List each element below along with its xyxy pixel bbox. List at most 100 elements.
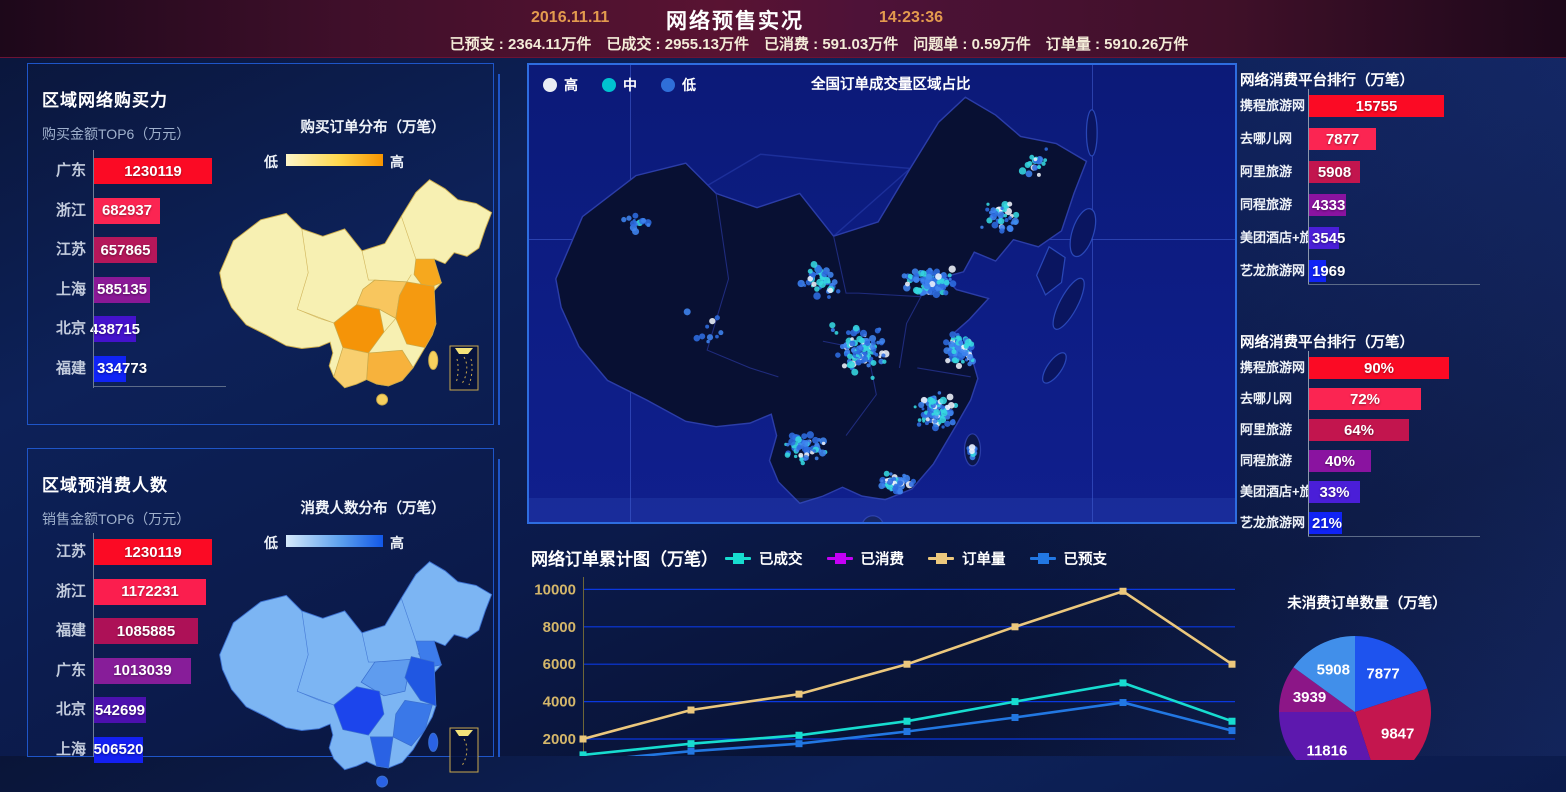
bar-row: 同程旅游40% bbox=[1240, 450, 1560, 472]
rank-axis-bottom bbox=[1308, 536, 1480, 537]
svg-text:9847: 9847 bbox=[1381, 726, 1414, 743]
stat-prepaid: 已预支2364.11万件 bbox=[450, 33, 592, 54]
bar: 33% bbox=[1309, 481, 1360, 503]
bar: 1085885 bbox=[94, 618, 198, 644]
legend-marker-icon bbox=[928, 557, 954, 560]
legend-square-icon bbox=[1038, 553, 1049, 564]
bar-category-label: 浙江 bbox=[28, 579, 86, 605]
bar-category-label: 阿里旅游 bbox=[1240, 419, 1301, 441]
legend-label: 已预支 bbox=[1064, 548, 1108, 569]
bar: 3545 bbox=[1309, 227, 1339, 249]
bar: 4333 bbox=[1309, 194, 1346, 216]
bar-value: 1172231 bbox=[121, 583, 179, 600]
bar-value: 3545 bbox=[1312, 230, 1345, 247]
bar-category-label: 浙江 bbox=[28, 198, 86, 224]
bar-category-label: 阿里旅游 bbox=[1240, 161, 1301, 183]
bar-category-label: 江苏 bbox=[28, 237, 86, 263]
bar-category-label: 美团酒店+旅游 bbox=[1240, 481, 1301, 503]
panel-regional-preconsumers: 区域预消费人数 销售金额TOP6（万元） 江苏1230119浙江1172231福… bbox=[27, 448, 494, 757]
bar-axis bbox=[93, 150, 94, 388]
bar-category-label: 福建 bbox=[28, 618, 86, 644]
bar: 657865 bbox=[94, 237, 157, 263]
bar: 506520 bbox=[94, 737, 143, 763]
china-scatter-map bbox=[529, 83, 1099, 524]
bar-value: 1013039 bbox=[113, 662, 171, 679]
legend-label: 订单量 bbox=[962, 548, 1006, 569]
bar-category-label: 北京 bbox=[28, 697, 86, 723]
legend-dot-icon bbox=[543, 78, 557, 92]
svg-text:10000: 10000 bbox=[534, 581, 576, 598]
bar: 40% bbox=[1309, 450, 1371, 472]
svg-text:11816: 11816 bbox=[1306, 743, 1347, 760]
rank-axis-bottom bbox=[1308, 284, 1480, 285]
bar-value: 334773 bbox=[97, 360, 147, 377]
svg-text:5908: 5908 bbox=[1317, 661, 1350, 678]
pie-chart: 7877 9847 11816 3939 5908 bbox=[1262, 620, 1462, 760]
bar-row: 艺龙旅游网 1969 bbox=[1240, 260, 1560, 282]
bar-category-label: 广东 bbox=[28, 158, 86, 184]
header-time: 14:23:36 bbox=[879, 9, 943, 27]
bar-row: 去哪儿网72% bbox=[1240, 388, 1560, 410]
legend-marker-icon bbox=[1030, 557, 1056, 560]
bar-value: 5908 bbox=[1318, 164, 1351, 181]
pie-title: 未消费订单数量（万笔） bbox=[1262, 592, 1472, 613]
stat-orders: 订单量5910.26万件 bbox=[1046, 33, 1189, 54]
rank-axis bbox=[1308, 89, 1309, 284]
header-date: 2016.11.11 bbox=[531, 9, 609, 27]
bar-category-label: 上海 bbox=[28, 737, 86, 763]
bar-category-label: 去哪儿网 bbox=[1240, 128, 1301, 150]
bar-value: 585135 bbox=[97, 281, 147, 298]
dist-title: 购买订单分布（万笔） bbox=[268, 116, 478, 137]
dist-title: 消费人数分布（万笔） bbox=[268, 497, 478, 518]
stat-consumed: 已消费591.03万件 bbox=[764, 33, 898, 54]
panel-subtitle: 购买金额TOP6（万元） bbox=[42, 124, 190, 144]
bar: 1230119 bbox=[94, 539, 212, 565]
bar: 1230119 bbox=[94, 158, 212, 184]
svg-text:2000: 2000 bbox=[543, 731, 576, 748]
legend-square-icon bbox=[733, 553, 744, 564]
line-chart-title: 网络订单累计图（万笔） bbox=[531, 545, 718, 570]
bar-category-label: 广东 bbox=[28, 658, 86, 684]
bar-value: 682937 bbox=[102, 202, 152, 219]
legend-label: 低 bbox=[682, 75, 696, 95]
bar: 1172231 bbox=[94, 579, 206, 605]
bar-row: 艺龙旅游网 21% bbox=[1240, 512, 1560, 534]
gradient-bar bbox=[286, 535, 383, 547]
line-legend-item: 订单量 bbox=[928, 548, 1006, 569]
bar-category-label: 艺龙旅游网 bbox=[1240, 260, 1301, 282]
bar: 21% bbox=[1309, 512, 1342, 534]
svg-text:7877: 7877 bbox=[1366, 665, 1399, 682]
bar: 1013039 bbox=[94, 658, 191, 684]
bar: 682937 bbox=[94, 198, 160, 224]
rank-axis bbox=[1308, 351, 1309, 536]
bar-category-label: 携程旅游网 bbox=[1240, 95, 1301, 117]
bar-value: 40% bbox=[1325, 453, 1355, 470]
legend-label: 中 bbox=[623, 75, 637, 95]
bar-category-label: 上海 bbox=[28, 277, 86, 303]
header-banner: 2016.11.11 网络预售实况 14:23:36 已预支2364.11万件 … bbox=[0, 0, 1566, 58]
bar-value: 4333 bbox=[1312, 197, 1345, 214]
line-legend-item: 已成交 bbox=[725, 548, 803, 569]
bar-value: 1230119 bbox=[124, 544, 182, 561]
stat-dealt: 已成交2955.13万件 bbox=[606, 33, 749, 54]
gradient-legend: 低 高 bbox=[264, 535, 444, 549]
legend-marker-icon bbox=[827, 557, 853, 560]
legend-high-label: 高 bbox=[390, 152, 404, 172]
bar-value: 7877 bbox=[1326, 131, 1359, 148]
bar-category-label: 携程旅游网 bbox=[1240, 357, 1301, 379]
gradient-bar bbox=[286, 154, 383, 166]
bar-value: 1230119 bbox=[124, 163, 182, 180]
bar-value: 1085885 bbox=[117, 623, 175, 640]
map-legend: 高中低 bbox=[543, 75, 710, 95]
legend-dot-icon bbox=[602, 78, 616, 92]
svg-text:3939: 3939 bbox=[1293, 689, 1326, 706]
page-title: 网络预售实况 bbox=[666, 5, 804, 35]
bar-value: 1969 bbox=[1312, 263, 1345, 280]
bar-category-label: 艺龙旅游网 bbox=[1240, 512, 1301, 534]
panel-subtitle: 销售金额TOP6（万元） bbox=[42, 509, 190, 529]
bar-value: 657865 bbox=[100, 242, 150, 259]
bar-value: 542699 bbox=[95, 702, 145, 719]
bar-row: 携程旅游网90% bbox=[1240, 357, 1560, 379]
bar-category-label: 北京 bbox=[28, 316, 86, 342]
bar-value: 64% bbox=[1344, 422, 1374, 439]
